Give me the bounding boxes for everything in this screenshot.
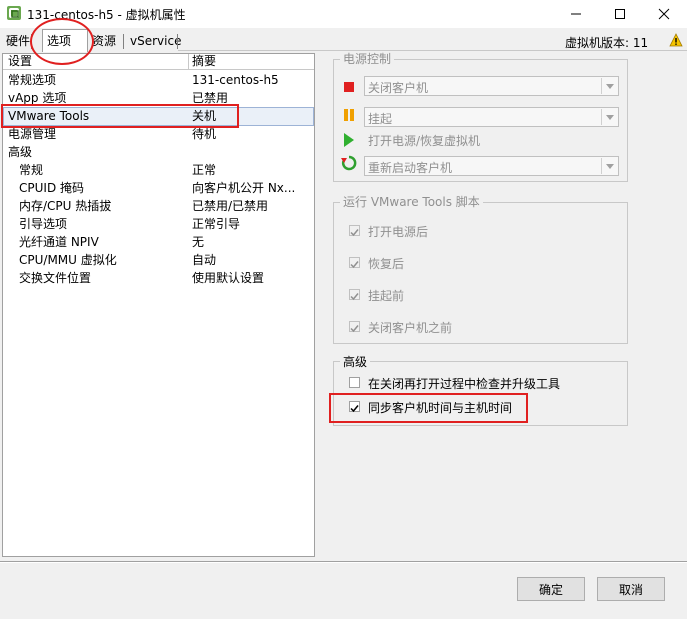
chevron-down-icon <box>601 158 617 174</box>
list-row-npiv[interactable]: 光纤通道 NPIV 无 <box>3 233 314 251</box>
annotation-box-sync-time <box>329 393 528 423</box>
row-setting: 常规选项 <box>8 73 57 87</box>
checkbox-upgrade-tools[interactable] <box>349 377 360 388</box>
restart-dropdown[interactable]: 重新启动客户机 <box>364 156 619 176</box>
row-setting: 光纤通道 NPIV <box>19 235 99 249</box>
vm-version-label: 虚拟机版本: 11 <box>565 36 649 50</box>
row-summary: 正常引导 <box>192 217 241 231</box>
after-resume-label: 恢复后 <box>368 257 405 271</box>
list-row-cpu-mmu[interactable]: CPU/MMU 虚拟化 自动 <box>3 251 314 269</box>
row-summary: 无 <box>192 235 205 249</box>
row-summary: 自动 <box>192 253 217 267</box>
tab-hardware[interactable]: 硬件 <box>3 33 33 50</box>
annotation-box-vmware-tools <box>1 104 239 128</box>
power-controls-title: 电源控制 <box>340 52 395 66</box>
power-off-value: 关闭客户机 <box>368 81 429 95</box>
tab-separator <box>123 34 124 49</box>
minimize-button[interactable] <box>553 0 599 28</box>
after-power-on-label: 打开电源后 <box>368 225 429 239</box>
before-shutdown-label: 关闭客户机之前 <box>368 321 453 335</box>
list-row-advanced[interactable]: 高级 <box>3 143 314 161</box>
before-suspend-label: 挂起前 <box>368 289 405 303</box>
advanced-title: 高级 <box>340 355 371 369</box>
restart-icon <box>341 155 357 171</box>
checkbox-before-shutdown[interactable] <box>349 321 360 333</box>
list-row-hotplug[interactable]: 内存/CPU 热插拔 已禁用/已禁用 <box>3 197 314 215</box>
stop-icon <box>344 82 354 92</box>
list-row-general[interactable]: 常规选项 131-centos-h5 <box>3 71 314 89</box>
chevron-down-icon <box>601 109 617 125</box>
close-button[interactable] <box>641 0 687 28</box>
bottom-divider <box>0 561 687 563</box>
checkmark-icon <box>350 325 359 333</box>
row-setting: 常规 <box>19 163 44 177</box>
close-icon <box>658 8 670 20</box>
upgrade-tools-label: 在关闭再打开过程中检查并升级工具 <box>368 377 561 391</box>
checkbox-after-power-on[interactable] <box>349 225 360 237</box>
row-setting: CPUID 掩码 <box>19 181 84 195</box>
list-row-cpuid-mask[interactable]: CPUID 掩码 向客户机公开 Nx... <box>3 179 314 197</box>
row-summary: 131-centos-h5 <box>192 73 279 87</box>
ok-button[interactable]: 确定 <box>517 577 585 601</box>
power-on-resume-label: 打开电源/恢复虚拟机 <box>368 134 481 148</box>
row-summary: 向客户机公开 Nx... <box>192 181 296 195</box>
row-summary: 正常 <box>192 163 217 177</box>
checkmark-icon <box>350 229 359 237</box>
cancel-button[interactable]: 取消 <box>597 577 665 601</box>
suspend-dropdown[interactable]: 挂起 <box>364 107 619 127</box>
row-setting: 高级 <box>8 145 33 159</box>
list-row-boot-options[interactable]: 引导选项 正常引导 <box>3 215 314 233</box>
row-setting: 内存/CPU 热插拔 <box>19 199 112 213</box>
row-summary: 已禁用/已禁用 <box>192 199 269 213</box>
column-header-summary[interactable]: 摘要 <box>192 54 216 69</box>
power-off-dropdown[interactable]: 关闭客户机 <box>364 76 619 96</box>
checkmark-icon <box>350 293 359 301</box>
annotation-circle-options-tab <box>30 18 94 65</box>
list-row-swapfile[interactable]: 交换文件位置 使用默认设置 <box>3 269 314 287</box>
maximize-icon <box>615 9 625 19</box>
checkbox-before-suspend[interactable] <box>349 289 360 301</box>
row-summary: 使用默认设置 <box>192 271 265 285</box>
tab-separator <box>177 34 178 49</box>
restart-value: 重新启动客户机 <box>368 161 453 175</box>
row-setting: 交换文件位置 <box>19 271 92 285</box>
tab-vservice[interactable]: vService <box>127 33 184 50</box>
checkbox-after-resume[interactable] <box>349 257 360 269</box>
checkmark-icon <box>350 261 359 269</box>
row-setting: 引导选项 <box>19 217 68 231</box>
pause-icon <box>344 109 354 121</box>
row-setting: CPU/MMU 虚拟化 <box>19 253 117 267</box>
list-row-advanced-general[interactable]: 常规 正常 <box>3 161 314 179</box>
column-header-setting[interactable]: 设置 <box>8 54 32 69</box>
tools-scripts-title: 运行 VMware Tools 脚本 <box>340 195 483 209</box>
vm-properties-icon <box>7 6 21 20</box>
suspend-value: 挂起 <box>368 112 393 126</box>
maximize-button[interactable] <box>597 0 643 28</box>
column-separator <box>188 54 189 69</box>
play-icon <box>344 133 354 147</box>
minimize-icon <box>571 13 581 15</box>
warning-icon <box>669 33 683 47</box>
chevron-down-icon <box>601 78 617 94</box>
